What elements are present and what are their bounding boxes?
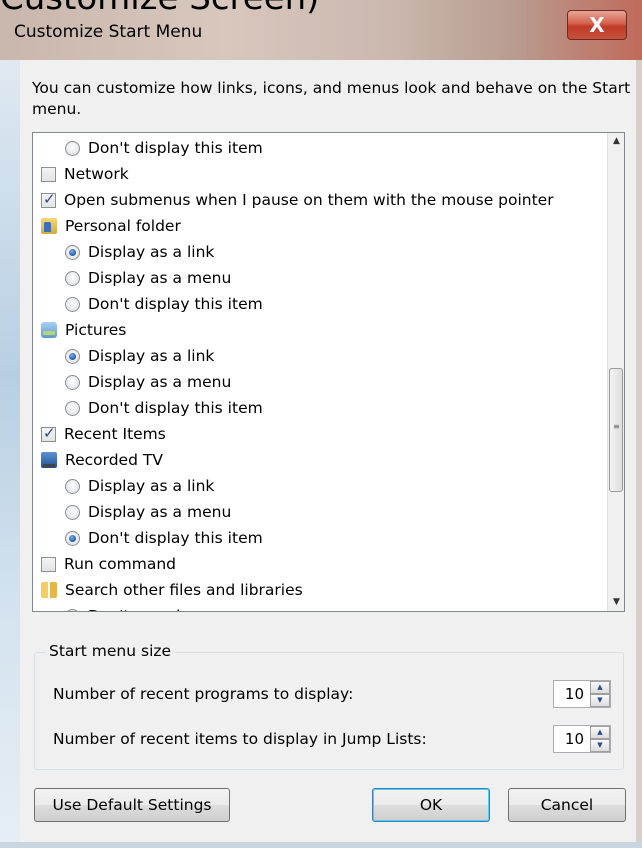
scroll-grip-icon: ≡ [613, 422, 620, 431]
recent-programs-value[interactable]: 10 [558, 685, 584, 703]
recent-items-value[interactable]: 10 [558, 730, 584, 748]
pictures-icon [41, 322, 57, 338]
cancel-button[interactable]: Cancel [508, 788, 626, 822]
list-scrollbar[interactable]: ▲ ≡ ▼ [607, 133, 624, 611]
list-item-label: Recent Items [64, 425, 166, 443]
checkbox[interactable] [41, 190, 56, 208]
radio-button[interactable] [65, 296, 80, 312]
ok-button[interactable]: OK [372, 788, 490, 822]
list-item-radio[interactable]: Display as a link [65, 239, 214, 265]
personal-folder-icon [41, 218, 57, 234]
dialog-client-area: You can customize how links, icons, and … [20, 60, 636, 842]
list-item-label: Display as a menu [88, 373, 232, 391]
recent-programs-spinner[interactable]: 10 ▲ ▼ [553, 680, 611, 708]
scroll-down-arrow[interactable]: ▼ [608, 594, 624, 611]
list-item-radio[interactable]: Don't search [65, 603, 186, 611]
checkbox[interactable] [41, 556, 56, 572]
scroll-up-arrow[interactable]: ▲ [608, 133, 624, 150]
list-item-radio[interactable]: Don't display this item [65, 135, 263, 161]
list-group-header: Pictures [41, 317, 126, 343]
list-item-radio[interactable]: Don't display this item [65, 395, 263, 421]
list-item-radio[interactable]: Display as a link [65, 473, 214, 499]
list-item-label: Search other files and libraries [65, 581, 303, 599]
list-item-label: Recorded TV [65, 451, 163, 469]
recent-items-label: Number of recent items to display in Jum… [53, 730, 427, 748]
recent-items-down-arrow-icon[interactable]: ▼ [590, 739, 610, 752]
radio-button[interactable] [65, 608, 80, 611]
use-default-settings-button[interactable]: Use Default Settings [34, 788, 230, 822]
list-item-radio[interactable]: Display as a menu [65, 499, 231, 525]
checkbox[interactable] [41, 166, 56, 182]
list-item-checkbox[interactable]: Recent Items [41, 421, 166, 447]
close-icon: X [589, 13, 605, 37]
window-title: Customize Start Menu [14, 22, 203, 42]
window-frame-left [0, 60, 20, 848]
list-item-radio[interactable]: Display as a menu [65, 265, 231, 291]
recent-programs-up-arrow-icon[interactable]: ▲ [590, 681, 610, 694]
list-item-radio[interactable]: Don't display this item [65, 525, 263, 551]
recent-items-spinner[interactable]: 10 ▲ ▼ [553, 725, 611, 753]
description-text: You can customize how links, icons, and … [32, 79, 631, 118]
list-group-header: Search other files and libraries [41, 577, 303, 603]
list-item-label: Pictures [65, 321, 127, 339]
radio-button[interactable] [65, 348, 80, 364]
radio-button[interactable] [65, 400, 80, 416]
options-list[interactable]: Don't display this item Network Open subme… [32, 132, 625, 612]
list-item-label: Don't display this item [88, 529, 263, 547]
list-item-label: Display as a link [88, 477, 215, 495]
list-item-label: Open submenus when I pause on them with … [64, 191, 554, 209]
list-group-header: Recorded TV [41, 447, 163, 473]
group-title: Start menu size [45, 642, 176, 660]
list-item-label: Don't display this item [88, 295, 263, 313]
list-item-label: Don't display this item [88, 139, 263, 157]
radio-button[interactable] [65, 530, 80, 546]
window-frame-bottom [0, 842, 642, 848]
scroll-thumb[interactable]: ≡ [609, 368, 623, 492]
list-item-label: Display as a link [88, 243, 215, 261]
radio-button[interactable] [65, 244, 80, 260]
list-item-radio[interactable]: Don't display this item [65, 291, 263, 317]
recent-programs-down-arrow-icon[interactable]: ▼ [590, 694, 610, 707]
list-item-label: Run command [64, 555, 177, 573]
list-item-checkbox[interactable]: Run command [41, 551, 176, 577]
background-heading: Customize Screen) [0, 0, 319, 18]
radio-button[interactable] [65, 478, 80, 494]
search-libraries-icon [41, 582, 57, 598]
window-frame-right [636, 60, 642, 848]
list-item-label: Display as a menu [88, 503, 232, 521]
list-item-label: Network [64, 165, 129, 183]
list-item-label: Display as a link [88, 347, 215, 365]
radio-button[interactable] [65, 140, 80, 156]
recorded-tv-icon [41, 452, 57, 468]
list-item-checkbox[interactable]: Open submenus when I pause on them with … [41, 187, 554, 213]
list-item-label: Personal folder [65, 217, 181, 235]
close-button[interactable]: X [567, 10, 627, 40]
recent-items-up-arrow-icon[interactable]: ▲ [590, 726, 610, 739]
list-item-radio[interactable]: Display as a menu [65, 369, 231, 395]
list-item-checkbox[interactable]: Network [41, 161, 129, 187]
radio-button[interactable] [65, 270, 80, 286]
list-item-label: Don't display this item [88, 399, 263, 417]
list-group-header: Personal folder [41, 213, 181, 239]
list-item-label: Display as a menu [88, 269, 232, 287]
list-item-label: Don't search [88, 607, 186, 611]
radio-button[interactable] [65, 504, 80, 520]
start-menu-size-group: Start menu size Number of recent program… [34, 642, 624, 770]
list-item-radio[interactable]: Display as a link [65, 343, 214, 369]
checkbox[interactable] [41, 424, 56, 442]
radio-button[interactable] [65, 374, 80, 390]
recent-programs-label: Number of recent programs to display: [53, 685, 354, 703]
